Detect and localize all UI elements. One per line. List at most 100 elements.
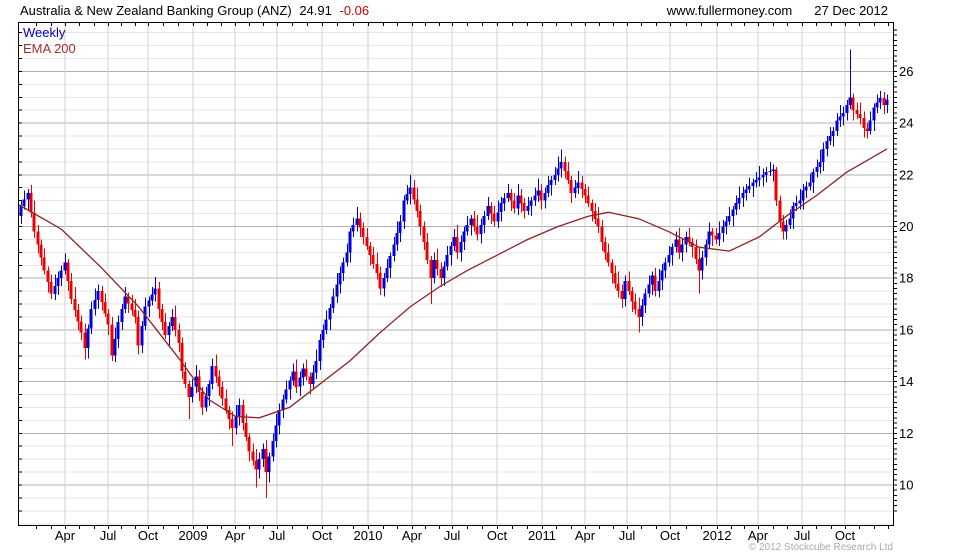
candle-body — [234, 416, 238, 429]
candle-body — [838, 116, 842, 121]
candle-body — [479, 225, 483, 235]
candle-body — [757, 177, 761, 180]
candle-body — [821, 148, 825, 162]
candle-body — [274, 425, 278, 441]
candle-body — [680, 244, 684, 253]
candle-body — [590, 203, 594, 211]
candle-body — [157, 288, 161, 310]
candle-body — [224, 398, 228, 410]
candle-body — [301, 368, 305, 378]
x-axis-label: Jul — [100, 528, 117, 543]
y-axis-label: 26 — [899, 64, 913, 79]
x-axis-label: Jul — [794, 528, 811, 543]
candle-body — [462, 231, 466, 242]
candle-body — [167, 326, 171, 335]
candle-body — [435, 260, 439, 270]
candle-body — [566, 170, 570, 180]
candle-body — [596, 218, 600, 227]
candle-body — [59, 270, 63, 279]
candle-body — [657, 280, 661, 292]
candle-body — [885, 99, 889, 105]
candle-body — [56, 278, 60, 286]
candle-body — [529, 200, 533, 206]
candle-body — [878, 98, 882, 103]
candle-body — [516, 195, 520, 209]
candle-body — [442, 266, 446, 279]
candle-body — [331, 296, 335, 308]
candle-body — [103, 302, 107, 314]
candle-body — [603, 242, 607, 253]
candle-body — [304, 368, 308, 377]
candle-body — [747, 185, 751, 190]
candle-body — [741, 192, 745, 199]
x-axis-label: Apr — [55, 528, 76, 543]
candle-body — [499, 203, 503, 213]
candle-body — [116, 322, 120, 339]
candle-body — [586, 195, 590, 204]
candle-body — [774, 169, 778, 201]
candle-body — [670, 247, 674, 255]
candle-body — [455, 236, 459, 253]
candle-body — [556, 168, 560, 175]
candle-body — [153, 288, 157, 295]
candle-body — [402, 200, 406, 222]
candle-body — [375, 264, 379, 273]
candle-body — [100, 291, 104, 303]
candle-body — [284, 389, 288, 400]
candle-body — [512, 200, 516, 209]
x-axis-label: Apr — [575, 528, 596, 543]
candle-body — [291, 371, 295, 381]
candle-body — [365, 236, 369, 246]
candle-body — [526, 205, 530, 211]
candle-body — [432, 260, 436, 279]
candle-body — [620, 291, 624, 299]
candle-body — [63, 262, 67, 271]
candle-body — [734, 203, 738, 210]
legend-ema-label: EMA 200 — [23, 41, 76, 56]
candle-body — [140, 326, 144, 346]
candle-body — [36, 231, 40, 245]
candle-body — [717, 233, 721, 240]
candle-body — [22, 199, 26, 206]
candle-body — [39, 244, 43, 258]
candle-body — [439, 269, 443, 279]
candle-body — [314, 360, 318, 373]
x-axis-label: Oct — [487, 528, 508, 543]
candle-body — [667, 254, 671, 263]
candle-body — [335, 284, 339, 297]
candle-body — [559, 161, 563, 169]
candle-body — [828, 136, 832, 142]
candle-body — [230, 419, 234, 429]
candle-body — [237, 404, 241, 417]
candle-body — [200, 391, 204, 408]
candle-body — [180, 342, 184, 372]
candle-body — [868, 120, 872, 131]
candle-body — [415, 199, 419, 211]
candle-body — [130, 303, 134, 310]
candle-body — [858, 114, 862, 118]
candle-body — [569, 180, 573, 193]
candle-body — [388, 256, 392, 268]
y-axis-label: 10 — [899, 478, 913, 493]
candle-body — [271, 441, 275, 457]
candle-body — [724, 221, 728, 227]
candle-body — [254, 460, 258, 470]
candle-body — [408, 187, 412, 195]
x-axis-label: Jul — [619, 528, 636, 543]
candle-body — [509, 192, 513, 201]
candle-body — [563, 161, 567, 171]
candle-body — [321, 329, 325, 341]
candle-body — [700, 257, 704, 271]
candle-body — [663, 262, 667, 271]
candle-body — [865, 128, 869, 131]
candle-body — [580, 182, 584, 190]
candle-body — [482, 216, 486, 226]
candle-body — [704, 244, 708, 258]
candle-body — [737, 198, 741, 204]
candle-body — [778, 200, 782, 222]
candle-body — [257, 459, 261, 470]
candle-body — [469, 218, 473, 226]
candle-body — [606, 252, 610, 263]
candle-body — [26, 192, 30, 200]
candle-body — [160, 309, 164, 323]
